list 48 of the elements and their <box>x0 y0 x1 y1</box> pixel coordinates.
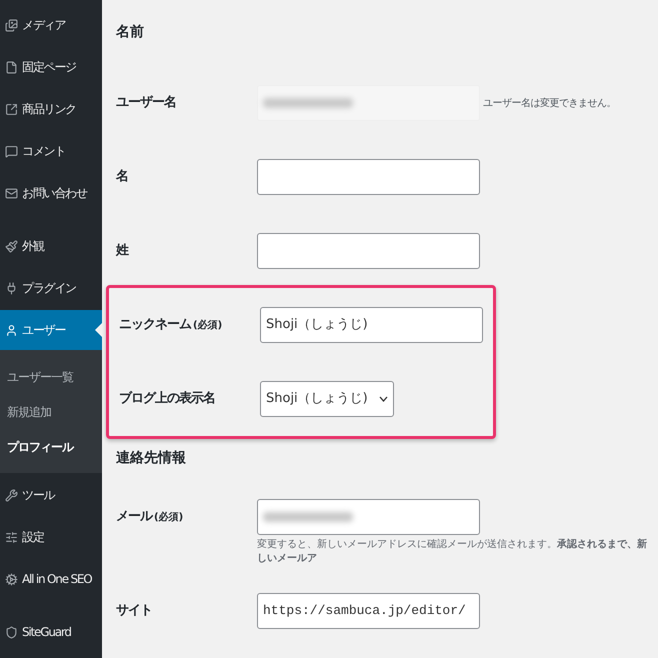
select-field[interactable]: Shoji（しょうじ) <box>260 381 394 417</box>
menu-item[interactable]: All in One SEO <box>0 559 102 599</box>
gear-icon <box>5 572 18 586</box>
menu-item[interactable]: SiteGuard <box>0 612 102 652</box>
submenu-item[interactable]: 新規追加 <box>0 397 102 426</box>
menu-item[interactable]: メディア <box>0 5 102 45</box>
images-icon <box>5 18 18 32</box>
plug-icon <box>5 282 18 294</box>
menu-item[interactable]: お問い合わせ <box>0 173 102 213</box>
envelope-icon <box>5 186 18 200</box>
field-label: ブログ上の表示名 <box>119 390 215 408</box>
required-note: (必須) <box>154 510 184 526</box>
input-field[interactable] <box>257 233 480 269</box>
section-heading: 名前 <box>116 22 145 42</box>
menu-item[interactable]: ツール <box>0 475 102 515</box>
help-text: 変更すると、新しいメールアドレスに確認メールが送信されます。承認されるまで、新しいメールア <box>257 538 647 566</box>
input-field[interactable]: https://sambuca.jp/editor/ <box>257 593 480 629</box>
input-field[interactable]: Shoji（しょうじ) <box>260 307 483 343</box>
sliders-icon <box>5 530 18 544</box>
pointer-notch <box>95 323 102 337</box>
shield-icon <box>5 626 18 638</box>
menu-item[interactable]: 固定ページ <box>0 47 102 87</box>
paintbrush-icon <box>5 240 18 252</box>
field-label: ニックネーム <box>119 316 191 334</box>
field-label: 姓 <box>116 242 128 260</box>
submenu-item[interactable]: ユーザー一覧 <box>0 362 102 391</box>
field-label: ユーザー名 <box>116 94 176 112</box>
field-label: メール <box>116 508 152 526</box>
link-box-icon <box>5 102 18 116</box>
menu-item[interactable]: ユーザー <box>0 310 102 350</box>
submenu-item[interactable]: プロフィール <box>0 432 102 461</box>
wrench-icon <box>5 488 18 502</box>
menu-item[interactable]: プラグイン <box>0 268 102 308</box>
menu-item[interactable]: 商品リンク <box>0 89 102 129</box>
page-icon <box>5 60 18 74</box>
input-field[interactable] <box>257 499 480 535</box>
required-note: (必須) <box>193 318 222 334</box>
menu-item[interactable]: コメント <box>0 131 102 171</box>
input-field[interactable] <box>257 159 480 195</box>
field-note: ユーザー名は変更できません。 <box>483 96 616 110</box>
menu-item[interactable]: 設定 <box>0 517 102 557</box>
section-heading: 連絡先情報 <box>116 448 187 468</box>
field-label: 名 <box>116 168 128 186</box>
menu-item[interactable]: 外観 <box>0 226 102 266</box>
chevron-icon <box>379 396 388 402</box>
speech-bubble-icon <box>5 144 18 158</box>
user-icon <box>5 324 18 336</box>
field-label: サイト <box>116 602 152 620</box>
